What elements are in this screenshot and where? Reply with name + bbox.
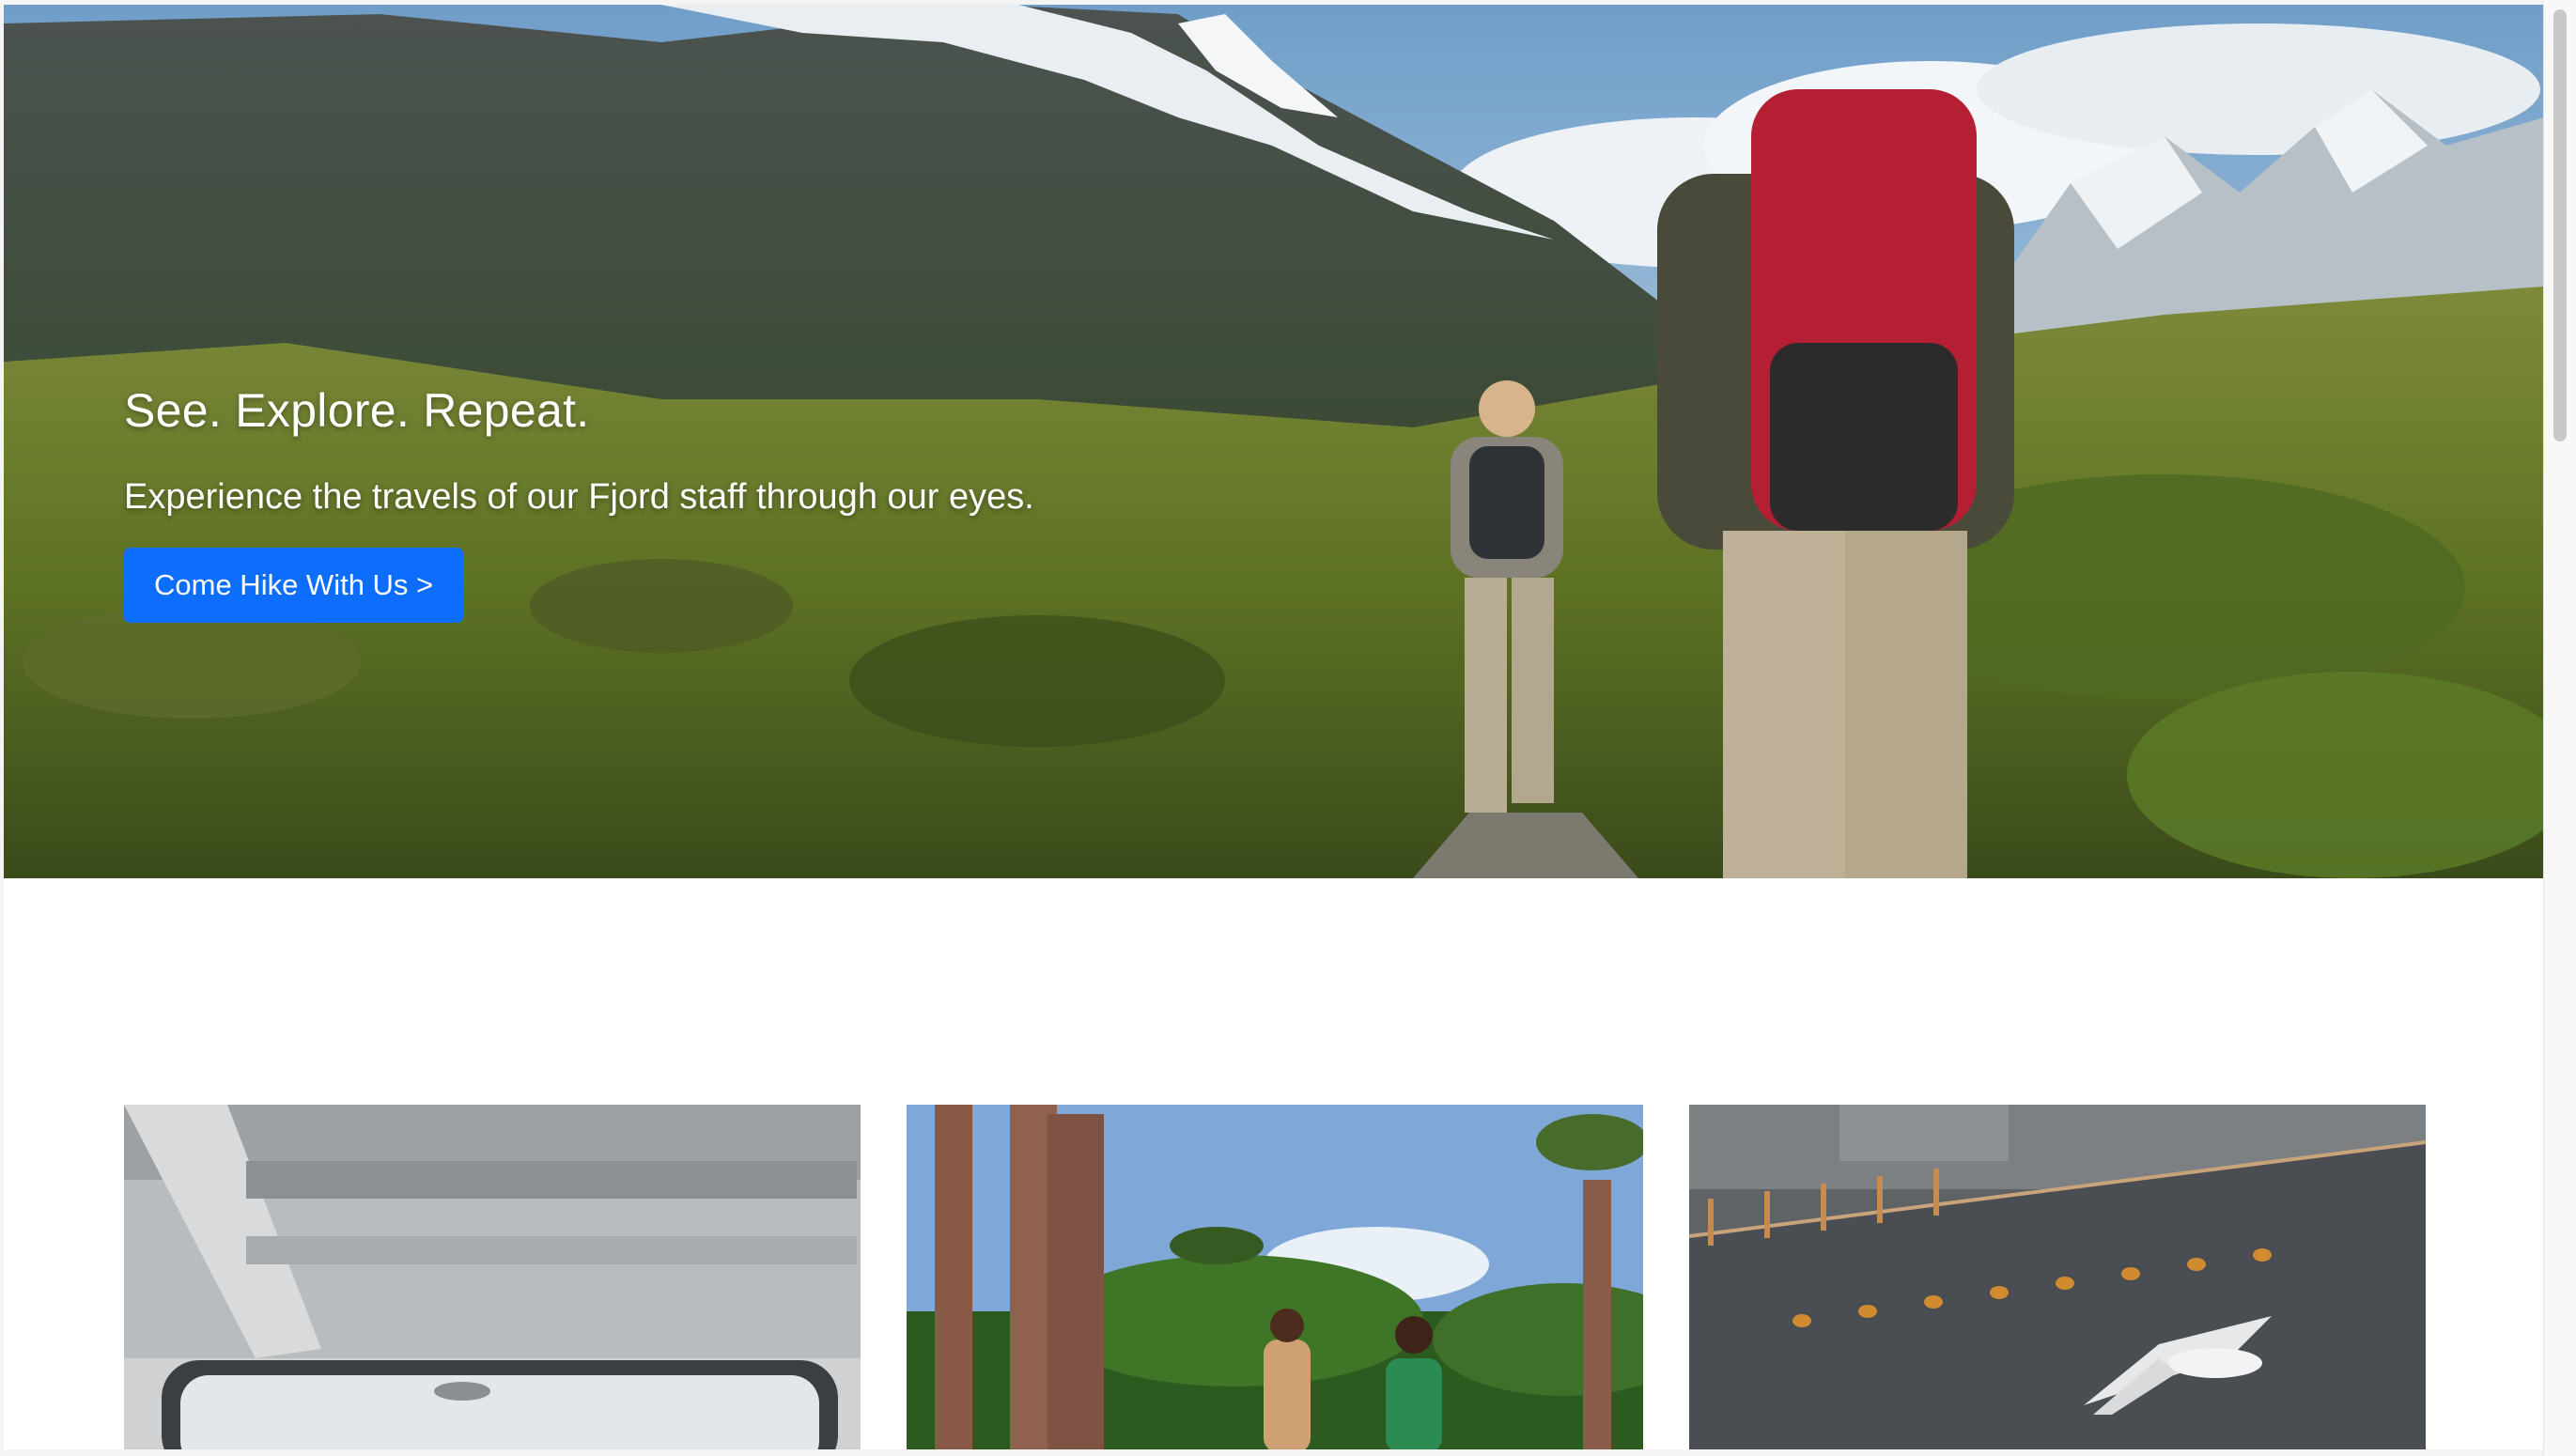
ferry-window-image [124, 1105, 861, 1449]
gallery-card-ferry[interactable] [124, 1105, 861, 1449]
gallery-card-ship[interactable] [1689, 1105, 2426, 1449]
hero-section: See. Explore. Repeat. Experience the tra… [4, 5, 2544, 878]
hero-subtitle: Experience the travels of our Fjord staf… [124, 477, 1034, 517]
browser-page: See. Explore. Repeat. Experience the tra… [0, 0, 2576, 1456]
scrollbar-thumb[interactable] [2553, 9, 2567, 441]
page-viewport: See. Explore. Repeat. Experience the tra… [4, 5, 2544, 1449]
come-hike-button[interactable]: Come Hike With Us > [124, 547, 464, 623]
baobab-avenue-image [907, 1105, 1643, 1449]
hiker-small [1451, 380, 1563, 813]
gallery-card-baobab[interactable] [907, 1105, 1643, 1449]
vertical-scrollbar[interactable] [2543, 0, 2576, 1456]
ship-and-seagull-image [1689, 1105, 2426, 1449]
hero-content: See. Explore. Repeat. Experience the tra… [124, 385, 1439, 623]
gallery-cards [124, 1105, 2426, 1449]
hero-title: See. Explore. Repeat. [124, 384, 590, 437]
